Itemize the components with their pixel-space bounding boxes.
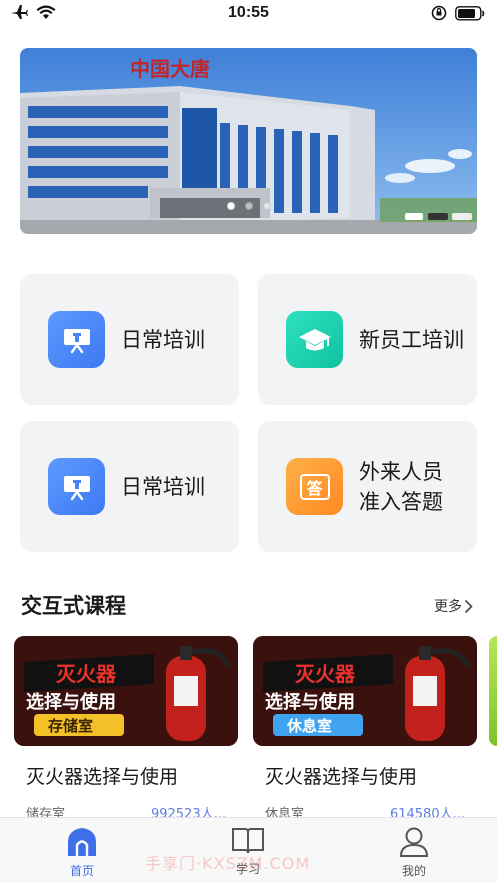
- battery-icon: [455, 5, 485, 21]
- carousel-dot[interactable]: [244, 202, 253, 210]
- tab-home[interactable]: 首页: [42, 826, 122, 879]
- carousel-indicator[interactable]: [20, 202, 477, 210]
- course-title: 灭火器选择与使用: [26, 766, 179, 788]
- answer-glyph: 答: [299, 473, 330, 500]
- home-icon: [68, 828, 96, 856]
- thumb-tag: 休息室: [286, 717, 332, 735]
- course-card[interactable]: 灭火器 选择与使用 存储室 灭火器选择与使用 储存室 992523人...: [14, 636, 238, 822]
- carousel-dot[interactable]: [262, 202, 271, 210]
- thumb-subtitle: 选择与使用: [26, 691, 116, 713]
- menu-card-label: 日常培训: [121, 327, 205, 352]
- graduation-cap-icon: [286, 311, 343, 368]
- more-label: 更多: [434, 599, 462, 615]
- chevron-right-icon: [464, 599, 473, 613]
- menu-card-label: 新员工培训: [359, 327, 464, 352]
- carousel-dot[interactable]: [226, 202, 235, 210]
- more-link[interactable]: 更多: [434, 596, 473, 616]
- menu-card-label: 日常培训: [121, 474, 205, 499]
- menu-card-label: 外来人员 准入答题: [359, 459, 443, 514]
- course-title: 灭火器选择与使用: [265, 766, 418, 788]
- course-card[interactable]: 灭火器 选择与使用 休息室 灭火器选择与使用 休息室 614580人...: [253, 636, 477, 822]
- menu-card-new-employee-training[interactable]: 新员工培训: [258, 274, 477, 405]
- menu-card-visitor-quiz[interactable]: 答 外来人员 准入答题: [258, 421, 477, 552]
- banner-sign: 中国大唐: [130, 57, 210, 81]
- status-bar: 10:55: [0, 0, 497, 28]
- tab-label: 首页: [69, 864, 94, 878]
- thumb-tag: 存储室: [48, 717, 93, 735]
- thumb-title: 灭火器: [295, 662, 356, 686]
- tab-profile[interactable]: 我的: [374, 826, 454, 879]
- banner-carousel[interactable]: 中国大唐: [20, 48, 477, 234]
- status-time: 10:55: [228, 4, 269, 21]
- menu-card-daily-training[interactable]: 日常培训: [20, 421, 239, 552]
- course-card-peek[interactable]: [489, 636, 497, 746]
- menu-card-daily-training[interactable]: 日常培训: [20, 274, 239, 405]
- profile-icon: [399, 827, 429, 857]
- thumb-subtitle: 选择与使用: [265, 691, 355, 713]
- training-board-icon: [48, 311, 105, 368]
- training-board-icon: [48, 458, 105, 515]
- section-title: 交互式课程: [21, 594, 126, 618]
- thumb-title: 灭火器: [56, 662, 117, 686]
- course-thumbnail: 灭火器 选择与使用 存储室: [14, 636, 238, 746]
- answer-bubble-icon: 答: [286, 458, 343, 515]
- course-thumbnail: 灭火器 选择与使用 休息室: [253, 636, 477, 746]
- orientation-lock-icon: [431, 5, 447, 21]
- watermark: 手享门·KXSZM.COM: [145, 854, 311, 873]
- tab-label: 我的: [401, 864, 426, 878]
